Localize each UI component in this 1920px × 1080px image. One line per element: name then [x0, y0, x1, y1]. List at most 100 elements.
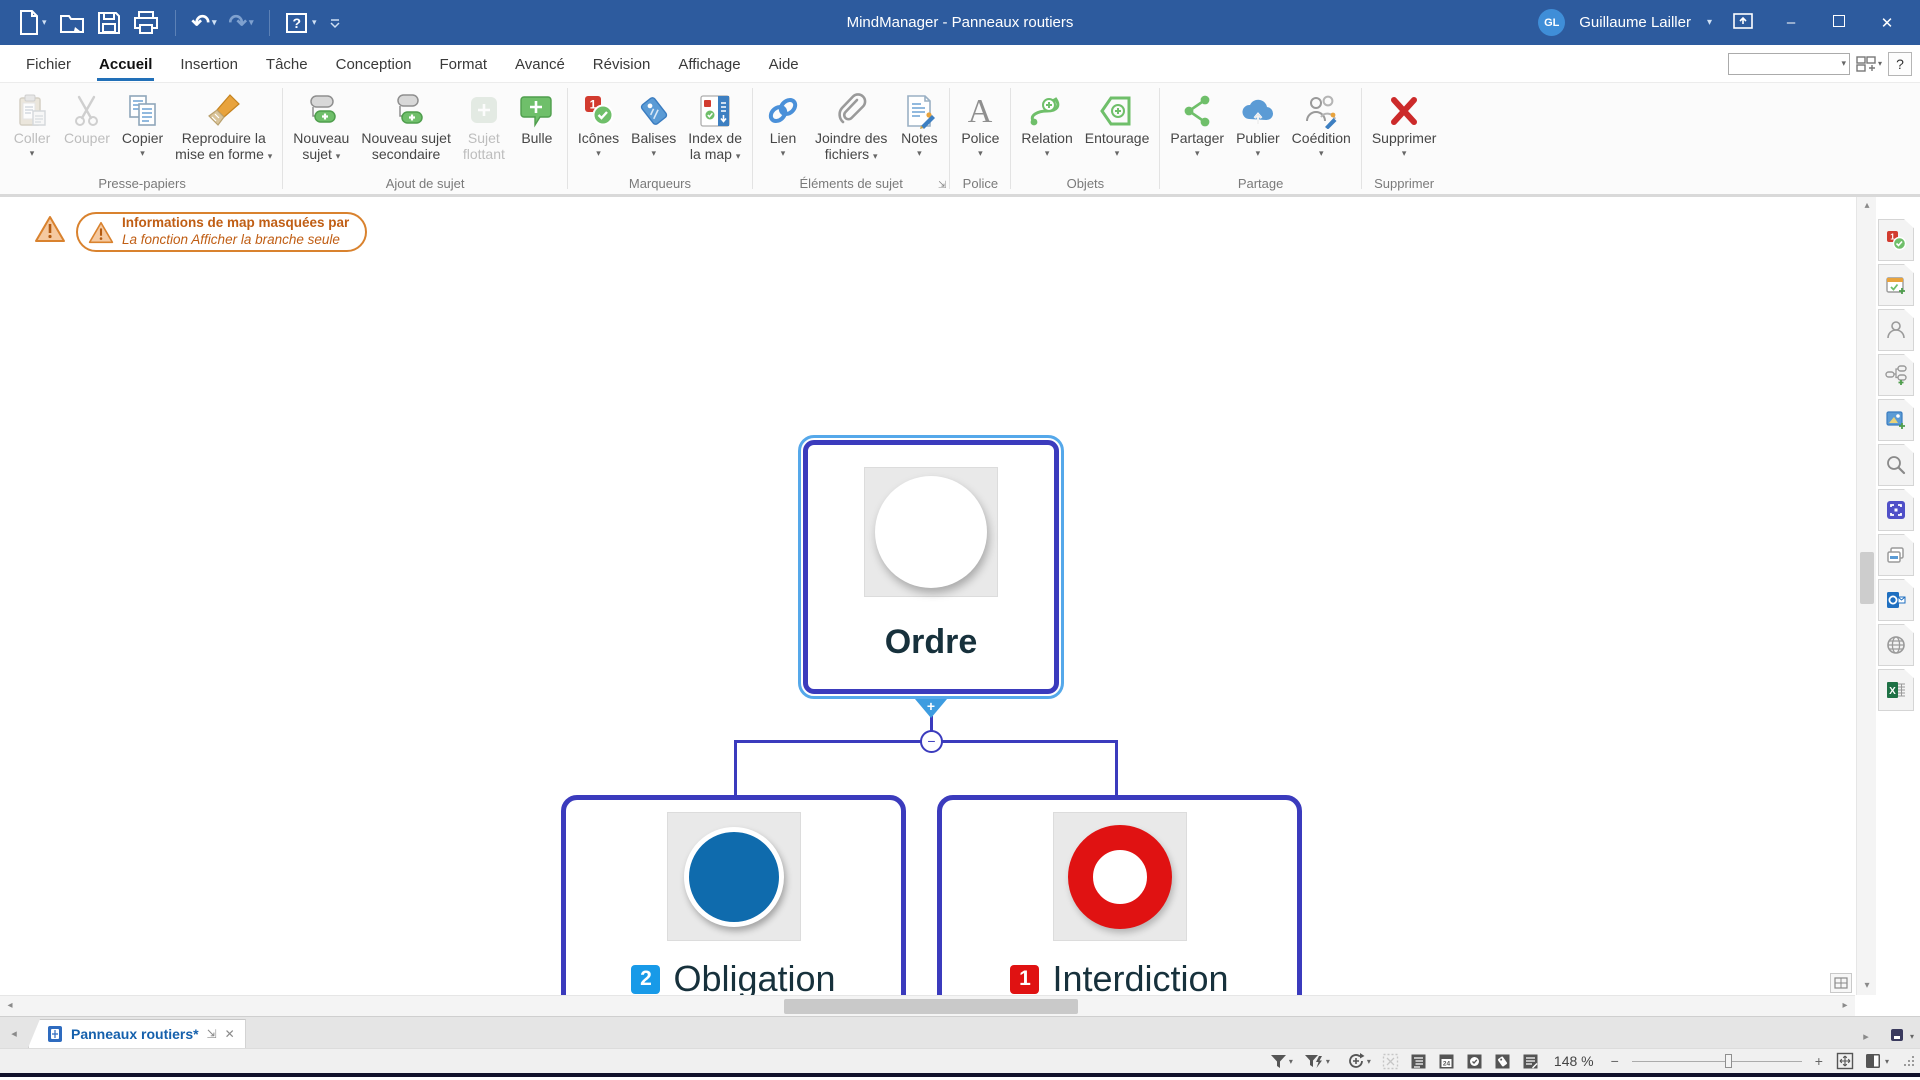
- supprimer-button[interactable]: Supprimer ▾: [1367, 90, 1442, 173]
- sidebar-tab-map-parts[interactable]: [1878, 354, 1914, 396]
- sidebar-tab-snap-view[interactable]: [1878, 489, 1914, 531]
- fit-map-button[interactable]: [1836, 1052, 1854, 1070]
- close-tab-icon[interactable]: ✕: [225, 1027, 235, 1041]
- zoom-slider-thumb[interactable]: [1725, 1054, 1732, 1068]
- partager-button[interactable]: Partager ▾: [1165, 90, 1229, 173]
- scroll-up-button[interactable]: ▴: [1857, 197, 1877, 215]
- close-button[interactable]: ✕: [1870, 14, 1904, 32]
- topic-obligation[interactable]: 2 Obligation: [561, 795, 906, 1016]
- minimize-button[interactable]: –: [1774, 14, 1808, 31]
- ribbon-display-options-button[interactable]: [1726, 13, 1760, 33]
- collapse-branch-button[interactable]: −: [920, 730, 943, 753]
- user-name[interactable]: Guillaume Lailler: [1579, 14, 1691, 31]
- filter-button[interactable]: ▾: [1270, 1054, 1293, 1069]
- sidebar-tab-resources[interactable]: [1878, 309, 1914, 351]
- notes-button[interactable]: Notes ▾: [894, 90, 944, 173]
- map-index-toggle-button[interactable]: ▾: [1856, 55, 1882, 73]
- nouveau-sujet-secondaire-button[interactable]: Nouveau sujet secondaire: [356, 90, 456, 173]
- task-panes-button[interactable]: ▾: [1865, 1053, 1889, 1069]
- tab-format[interactable]: Format: [426, 47, 502, 81]
- scroll-left-button[interactable]: ◂: [0, 996, 20, 1016]
- tab-avance[interactable]: Avancé: [501, 47, 579, 81]
- tab-scroll-left-button[interactable]: ◂: [0, 1027, 28, 1048]
- tab-fichier[interactable]: Fichier: [12, 47, 85, 81]
- add-subtopic-button[interactable]: +: [915, 699, 947, 718]
- refresh-add-button[interactable]: ▾: [1347, 1052, 1371, 1070]
- reproduire-mise-en-forme-button[interactable]: Reproduire la mise en forme ▾: [170, 90, 277, 173]
- entourage-button[interactable]: Entourage ▾: [1080, 90, 1155, 173]
- resize-grip[interactable]: [1904, 1056, 1914, 1066]
- coedition-button[interactable]: Coédition ▾: [1287, 90, 1356, 173]
- lien-button[interactable]: Lien ▾: [758, 90, 808, 173]
- bulle-button[interactable]: Bulle: [512, 90, 562, 173]
- dialog-launcher-icon[interactable]: ⇲: [938, 181, 946, 191]
- couper-button[interactable]: Couper: [59, 90, 115, 173]
- relation-button[interactable]: Relation ▾: [1016, 90, 1077, 173]
- tab-conception[interactable]: Conception: [322, 47, 426, 81]
- horizontal-scroll-thumb[interactable]: [784, 999, 1078, 1014]
- tab-affichage[interactable]: Affichage: [664, 47, 754, 81]
- balises-button[interactable]: Balises ▾: [626, 90, 681, 173]
- copier-button[interactable]: Copier ▾: [117, 90, 168, 173]
- sidebar-tab-library[interactable]: [1878, 399, 1914, 441]
- notes-view-button[interactable]: [1522, 1053, 1539, 1070]
- map-info-warning-banner[interactable]: Informations de map masquées par La fonc…: [76, 212, 367, 252]
- new-document-button[interactable]: ▾: [14, 7, 51, 39]
- sidebar-tab-web[interactable]: [1878, 624, 1914, 666]
- search-input[interactable]: [1729, 55, 1838, 73]
- sidebar-tab-excel[interactable]: X: [1878, 669, 1914, 711]
- coller-button[interactable]: Coller ▾: [7, 90, 57, 173]
- icones-button[interactable]: 1 Icônes ▾: [573, 90, 624, 173]
- help-panel-button[interactable]: ?: [1888, 52, 1912, 76]
- index-de-la-map-button[interactable]: Index de la map ▾: [683, 90, 747, 173]
- new-map-tab-button[interactable]: ▾: [1890, 1028, 1914, 1044]
- print-button[interactable]: [129, 8, 163, 38]
- tab-scroll-right-button[interactable]: ▸: [1852, 1030, 1880, 1043]
- horizontal-scrollbar[interactable]: ◂ ▸: [0, 995, 1855, 1016]
- sidebar-tab-outlook[interactable]: [1878, 579, 1914, 621]
- document-tab-panneaux-routiers[interactable]: Panneaux routiers* ⇲ ✕: [28, 1019, 246, 1048]
- publier-button[interactable]: Publier ▾: [1231, 90, 1285, 173]
- user-avatar[interactable]: GL: [1538, 9, 1565, 36]
- scroll-down-button[interactable]: ▾: [1857, 977, 1877, 995]
- chevron-down-icon[interactable]: ▾: [1838, 58, 1849, 69]
- tag-view-button[interactable]: [1494, 1053, 1511, 1070]
- show-whole-map-button[interactable]: [1830, 973, 1852, 993]
- scroll-right-button[interactable]: ▸: [1835, 996, 1855, 1016]
- save-button[interactable]: [93, 8, 125, 38]
- redo-button[interactable]: ↷▾: [225, 7, 258, 39]
- tab-insertion[interactable]: Insertion: [166, 47, 252, 81]
- sujet-flottant-button[interactable]: Sujet flottant: [458, 90, 510, 173]
- tab-tache[interactable]: Tâche: [252, 47, 322, 81]
- dropdown-arrow-icon[interactable]: ▾: [42, 17, 47, 28]
- icon-view-button[interactable]: [1466, 1053, 1483, 1070]
- power-filter-button[interactable]: ▾: [1304, 1054, 1330, 1069]
- outline-view-button[interactable]: [1410, 1053, 1427, 1070]
- tab-revision[interactable]: Révision: [579, 47, 665, 81]
- police-button[interactable]: A Police ▾: [955, 90, 1005, 173]
- map-canvas[interactable]: Informations de map masquées par La fonc…: [0, 197, 1920, 1016]
- vertical-scrollbar[interactable]: ▴ ▾: [1856, 197, 1876, 995]
- search-combobox[interactable]: ▾: [1728, 53, 1850, 75]
- undo-button[interactable]: ↶▾: [188, 7, 221, 39]
- maximize-button[interactable]: [1822, 14, 1856, 31]
- user-menu-arrow-icon[interactable]: ▾: [1707, 17, 1712, 28]
- sidebar-tab-search[interactable]: [1878, 444, 1914, 486]
- zoom-in-button[interactable]: +: [1813, 1053, 1825, 1069]
- sidebar-tab-task-info[interactable]: [1878, 264, 1914, 306]
- topic-interdiction[interactable]: 1 Interdiction: [937, 795, 1302, 1016]
- tab-aide[interactable]: Aide: [755, 47, 813, 81]
- topic-ordre-selected[interactable]: Ordre: [798, 435, 1064, 699]
- fit-selection-button[interactable]: [1382, 1053, 1399, 1070]
- zoom-slider[interactable]: [1632, 1053, 1802, 1069]
- joindre-des-fichiers-button[interactable]: Joindre des fichiers ▾: [810, 90, 892, 173]
- detach-tab-icon[interactable]: ⇲: [207, 1027, 217, 1041]
- open-file-button[interactable]: [55, 8, 89, 38]
- sidebar-tab-window-list[interactable]: [1878, 534, 1914, 576]
- customize-toolbar-button[interactable]: [325, 14, 345, 32]
- zoom-out-button[interactable]: −: [1609, 1053, 1621, 1069]
- sidebar-tab-map-markers[interactable]: 1: [1878, 219, 1914, 261]
- help-button[interactable]: ? ▾: [282, 10, 320, 36]
- vertical-scroll-thumb[interactable]: [1860, 552, 1874, 604]
- nouveau-sujet-button[interactable]: Nouveau sujet ▾: [288, 90, 354, 173]
